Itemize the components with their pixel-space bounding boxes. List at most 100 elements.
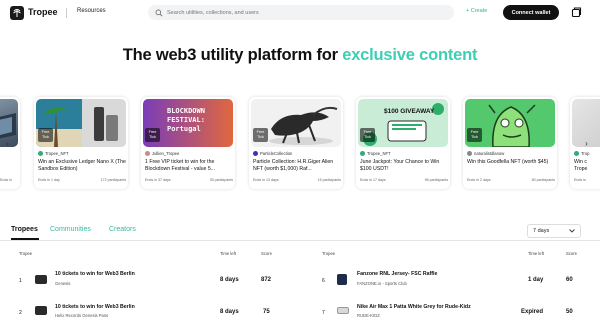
hero-title-accent: exclusive content [342,46,478,64]
card-creator[interactable]: naturalistdlanow [467,151,504,156]
jersey-icon [337,274,347,285]
card-ends: Ends in 17 days [360,178,386,182]
card-participants: 35 participants [209,178,233,182]
column-header-tropee-right: Tropee [322,251,336,256]
row-time-left: 8 days [220,309,239,315]
card-meta: Ends in [574,178,600,182]
row-name[interactable]: Nike Air Max 1 Patta White Grey for Rude… [357,304,471,310]
connect-wallet-button[interactable]: Connect wallet [503,5,559,20]
card-participants: 172 participants [100,178,126,182]
creator-name: Tropee_NFT [45,151,69,156]
row-rank: 2 [19,310,22,316]
creator-avatar [574,151,579,156]
creator-avatar [145,151,150,156]
carousel-prev-arrow-icon[interactable]: ‹ [3,139,12,148]
creator-name: Jullien_Tropee [152,151,180,156]
column-header-time-left: Time left [220,251,236,256]
column-header-score-right: Score [566,251,577,256]
creator-avatar [467,151,472,156]
row-rank: 7 [322,310,325,316]
carousel-card[interactable]: BLOCKDOWN FESTIVAL: Portugal Free Tick J… [141,97,235,189]
hero-title: The web3 utility platform for exclusive … [0,46,600,65]
carousel-card[interactable]: Free Tick naturalistdlanow Win this Good… [463,97,557,189]
card-title[interactable]: Win an Exclusive Ledger Nano X (The Sand… [38,159,126,173]
tab-communities[interactable]: Communities [50,226,91,233]
card-participants: 80 participants [531,178,555,182]
creator-name: Trop [581,151,590,156]
column-header-time-left-right: Time left [528,251,544,256]
row-rank: 6 [322,278,325,284]
row-time-left: Expired [521,309,544,315]
row-score: 872 [261,277,272,283]
card-meta: Ends in 37 days 35 participants [145,178,233,182]
card-creator[interactable]: Tropee_NFT [360,151,391,156]
creator-avatar [360,151,365,156]
hero-title-prefix: The web3 utility platform for [122,46,343,64]
top-navbar: Tropee Resources + Create Connect wallet [0,0,600,26]
sneaker-icon [337,307,349,314]
creator-avatar [253,151,258,156]
row-time-left: 1 day [528,277,544,283]
card-creator[interactable]: Trop [574,151,589,156]
free-ticket-badge: Free Tick [467,128,482,142]
card-participants: 96 participants [424,178,448,182]
resources-menu[interactable]: Resources [77,8,106,14]
card-meta: Ends in 2 days 80 participants [467,178,555,182]
card-title[interactable]: Particle Collection: H.R.Giger Alien NFT… [253,159,341,173]
card-title[interactable]: Win c Trope [574,159,600,173]
leaderboard-tabs: Tropees Communities Creators [0,226,600,240]
row-sub: Genesis [55,281,71,286]
row-score: 50 [566,309,573,315]
column-header-score: Score [261,251,272,256]
tropee-logo-icon[interactable] [10,6,24,20]
card-meta: Ends in 13 days 15 participants [253,178,341,182]
card-ends: Ends in [574,178,586,182]
carousel-card[interactable]: $100 GIVEAWAY Free Tick Tropee_NFT June … [356,97,450,189]
row-name[interactable]: 10 tickets to win for Web3 Berlin [55,304,135,310]
carousel-next-arrow-icon[interactable]: › [582,139,591,148]
tab-tropees[interactable]: Tropees [11,226,38,233]
card-ends: Ends in [0,178,12,182]
row-sub: Helix Records Genesis Pass [55,313,109,318]
card-title-line2: Trope [574,166,588,172]
creator-name: naturalistdlanow [474,151,505,156]
tab-creators[interactable]: Creators [109,226,136,233]
column-header-tropee: Tropee [19,251,33,256]
creator-avatar [38,151,43,156]
card-creator[interactable]: ParticleCollection [253,151,292,156]
search-icon [155,9,163,16]
tabs-divider [0,240,600,241]
card-title[interactable]: 1 Free VIP ticket to win for the Blockdo… [145,159,233,173]
card-ends: Ends in 2 days [467,178,491,182]
search-input[interactable] [167,9,427,16]
period-select-value: 7 days [533,228,550,234]
row-name[interactable]: 10 tickets to win for Web3 Berlin [55,271,135,277]
free-ticket-badge: Free Tick [145,128,160,142]
create-link[interactable]: + Create [466,8,487,14]
period-select[interactable]: 7 days [527,224,581,238]
header-divider [66,8,67,18]
card-ends: Ends in 1 day [38,178,60,182]
card-title[interactable]: Win this Goodfella NFT (worth $45) [467,159,555,166]
card-meta: Ends in 1 day 172 participants [38,178,126,182]
card-creator[interactable]: Tropee_NFT [38,151,69,156]
carousel-card[interactable]: Free Tick Tropee_NFT Win an Exclusive Le… [34,97,128,189]
wallet-icon[interactable] [571,7,582,18]
row-name[interactable]: Fanzone RNL Jersey- FSC Raffle [357,271,437,277]
free-ticket-badge: Free Tick [253,128,268,142]
card-title[interactable]: June Jackpot: Your Chance to Win $100 US… [360,159,448,173]
brand-name[interactable]: Tropee [28,7,58,17]
ticket-icon [35,275,47,284]
card-meta: Ends in [0,178,18,182]
card-creator[interactable]: Jullien_Tropee [145,151,179,156]
row-sub: RUDE-KIDZ [357,313,380,318]
card-meta: Ends in 17 days 96 participants [360,178,448,182]
ticket-icon [35,306,47,315]
row-score: 75 [263,309,270,315]
card-title-line1: Win c [574,159,587,165]
search-bar[interactable] [148,5,454,20]
creator-name: Tropee_NFT [367,151,391,156]
row-score: 60 [566,277,573,283]
carousel-card[interactable]: Free Tick ParticleCollection Particle Co… [249,97,343,189]
thumb-text: BLOCKDOWN FESTIVAL: Portugal [167,107,205,133]
